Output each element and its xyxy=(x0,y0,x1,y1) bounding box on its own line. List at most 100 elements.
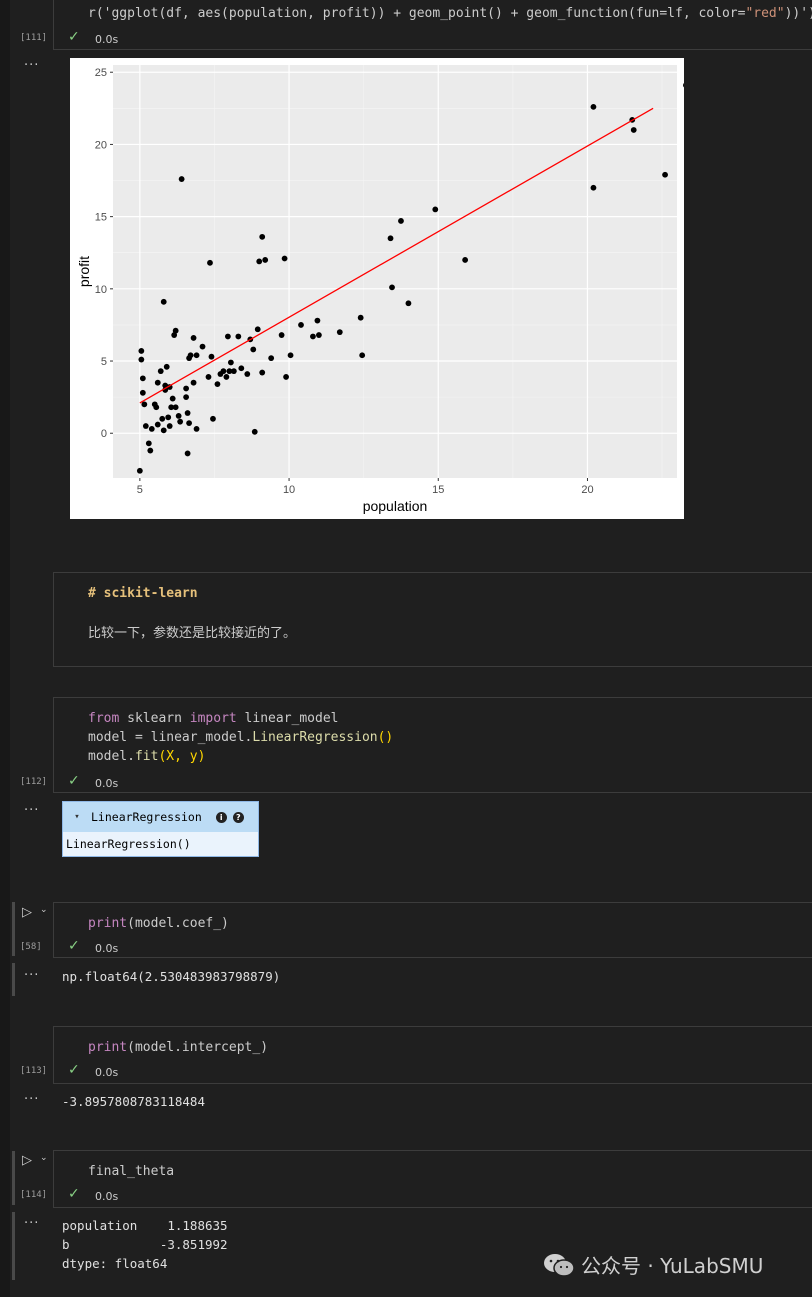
output-menu-icon[interactable]: ··· xyxy=(24,58,39,73)
data-point xyxy=(262,257,269,263)
data-point xyxy=(148,426,155,432)
code-text: model xyxy=(88,730,135,745)
execution-count: [113] xyxy=(20,1066,48,1076)
code-args: (model.coef_) xyxy=(127,916,229,931)
plot-panel xyxy=(113,65,677,478)
data-point xyxy=(268,355,275,362)
output-menu-icon[interactable]: ··· xyxy=(24,1216,39,1231)
data-point xyxy=(590,103,597,110)
code-args: (X, y) xyxy=(158,749,206,764)
y-tick-label: 0 xyxy=(101,428,107,440)
output-menu-icon[interactable]: ··· xyxy=(24,1092,39,1107)
estimator-widget[interactable]: ▾ LinearRegression i ? LinearRegression(… xyxy=(62,801,259,857)
data-point xyxy=(190,379,197,386)
markdown-text: 比较一下，参数还是比较接近的了。 xyxy=(88,626,297,641)
code-function: print xyxy=(88,916,128,931)
data-point xyxy=(160,298,167,305)
widget-body: LinearRegression() xyxy=(63,832,258,856)
cell-output: np.float64(2.530483983798879) xyxy=(62,969,281,984)
success-check-icon: ✓ xyxy=(68,1062,80,1078)
y-axis-label: profit xyxy=(76,256,92,287)
data-point xyxy=(139,389,146,396)
data-point xyxy=(227,359,234,366)
data-point xyxy=(190,335,197,341)
data-point xyxy=(145,440,152,447)
cell-focus-bar xyxy=(12,902,15,956)
y-tick-label: 15 xyxy=(95,212,107,224)
data-point xyxy=(223,374,230,380)
data-point xyxy=(207,259,213,266)
data-point xyxy=(387,235,394,242)
data-point xyxy=(259,369,266,376)
data-point xyxy=(172,327,179,334)
data-point xyxy=(256,258,263,265)
data-point xyxy=(398,218,404,224)
data-point xyxy=(157,368,164,375)
x-tick-label: 15 xyxy=(432,484,444,496)
chevron-down-icon[interactable]: ⌄ xyxy=(40,1153,48,1163)
data-point xyxy=(462,257,469,263)
data-point xyxy=(141,401,148,408)
data-point xyxy=(662,171,668,178)
chevron-down-icon[interactable]: ⌄ xyxy=(40,905,48,915)
widget-header[interactable]: ▾ LinearRegression i ? xyxy=(63,802,258,832)
data-point xyxy=(142,423,149,429)
data-point xyxy=(405,300,412,307)
execution-count: [58] xyxy=(20,942,42,952)
code-text: model. xyxy=(88,749,135,764)
data-point xyxy=(205,374,212,380)
output-focus-bar xyxy=(12,963,15,996)
code-line: print(model.intercept_) xyxy=(88,1038,268,1057)
data-point xyxy=(298,322,304,328)
data-point xyxy=(154,379,161,386)
output-menu-icon[interactable]: ··· xyxy=(24,968,39,983)
code-function: print xyxy=(88,1040,128,1055)
code-line: model = linear_model.LinearRegression() xyxy=(88,728,393,747)
data-point xyxy=(314,317,321,324)
code-line[interactable]: r('ggplot(df, aes(population, profit)) +… xyxy=(88,4,812,23)
cell-output-line: b -3.851992 xyxy=(62,1237,228,1252)
code-line: print(model.coef_) xyxy=(88,914,229,933)
data-point xyxy=(177,418,184,425)
data-point xyxy=(230,368,237,375)
data-point xyxy=(210,415,216,422)
data-point xyxy=(166,423,173,429)
x-tick-label: 20 xyxy=(581,484,593,496)
y-tick-label: 20 xyxy=(95,139,107,151)
cell-output: -3.8957808783118484 xyxy=(62,1094,205,1109)
help-icon[interactable]: ? xyxy=(232,811,244,823)
data-point xyxy=(172,404,179,411)
widget-title: LinearRegression xyxy=(91,810,202,824)
execution-time: 0.0s xyxy=(95,1066,119,1079)
success-check-icon: ✓ xyxy=(68,938,80,954)
wechat-icon xyxy=(544,1253,575,1277)
success-check-icon: ✓ xyxy=(68,29,80,45)
execution-time: 0.0s xyxy=(95,777,119,790)
run-cell-icon[interactable]: ▷ xyxy=(22,1153,32,1168)
execution-time: 0.0s xyxy=(95,1190,119,1203)
success-check-icon: ✓ xyxy=(68,1186,80,1202)
data-point xyxy=(154,421,161,428)
data-point xyxy=(175,413,182,419)
data-point xyxy=(199,343,206,350)
expand-arrow-icon[interactable]: ▾ xyxy=(63,812,91,822)
data-point xyxy=(138,356,145,363)
data-point xyxy=(278,332,285,338)
data-point xyxy=(147,447,154,454)
data-point xyxy=(238,365,245,372)
data-point xyxy=(163,363,170,370)
code-text: linear_model xyxy=(236,711,339,726)
y-tick-label: 25 xyxy=(95,67,107,79)
code-text: linear_model. xyxy=(150,730,253,745)
markdown-heading: # scikit-learn xyxy=(88,586,198,601)
x-tick-label: 5 xyxy=(137,484,143,496)
code-operator: = xyxy=(134,730,151,745)
info-icon[interactable]: i xyxy=(215,811,227,823)
execution-count: [111] xyxy=(20,33,48,43)
output-menu-icon[interactable]: ··· xyxy=(24,803,39,818)
success-check-icon: ✓ xyxy=(68,773,80,789)
data-point xyxy=(159,415,166,422)
keyword-import: import xyxy=(189,711,237,726)
left-gutter xyxy=(0,0,10,1297)
run-cell-icon[interactable]: ▷ xyxy=(22,905,32,920)
